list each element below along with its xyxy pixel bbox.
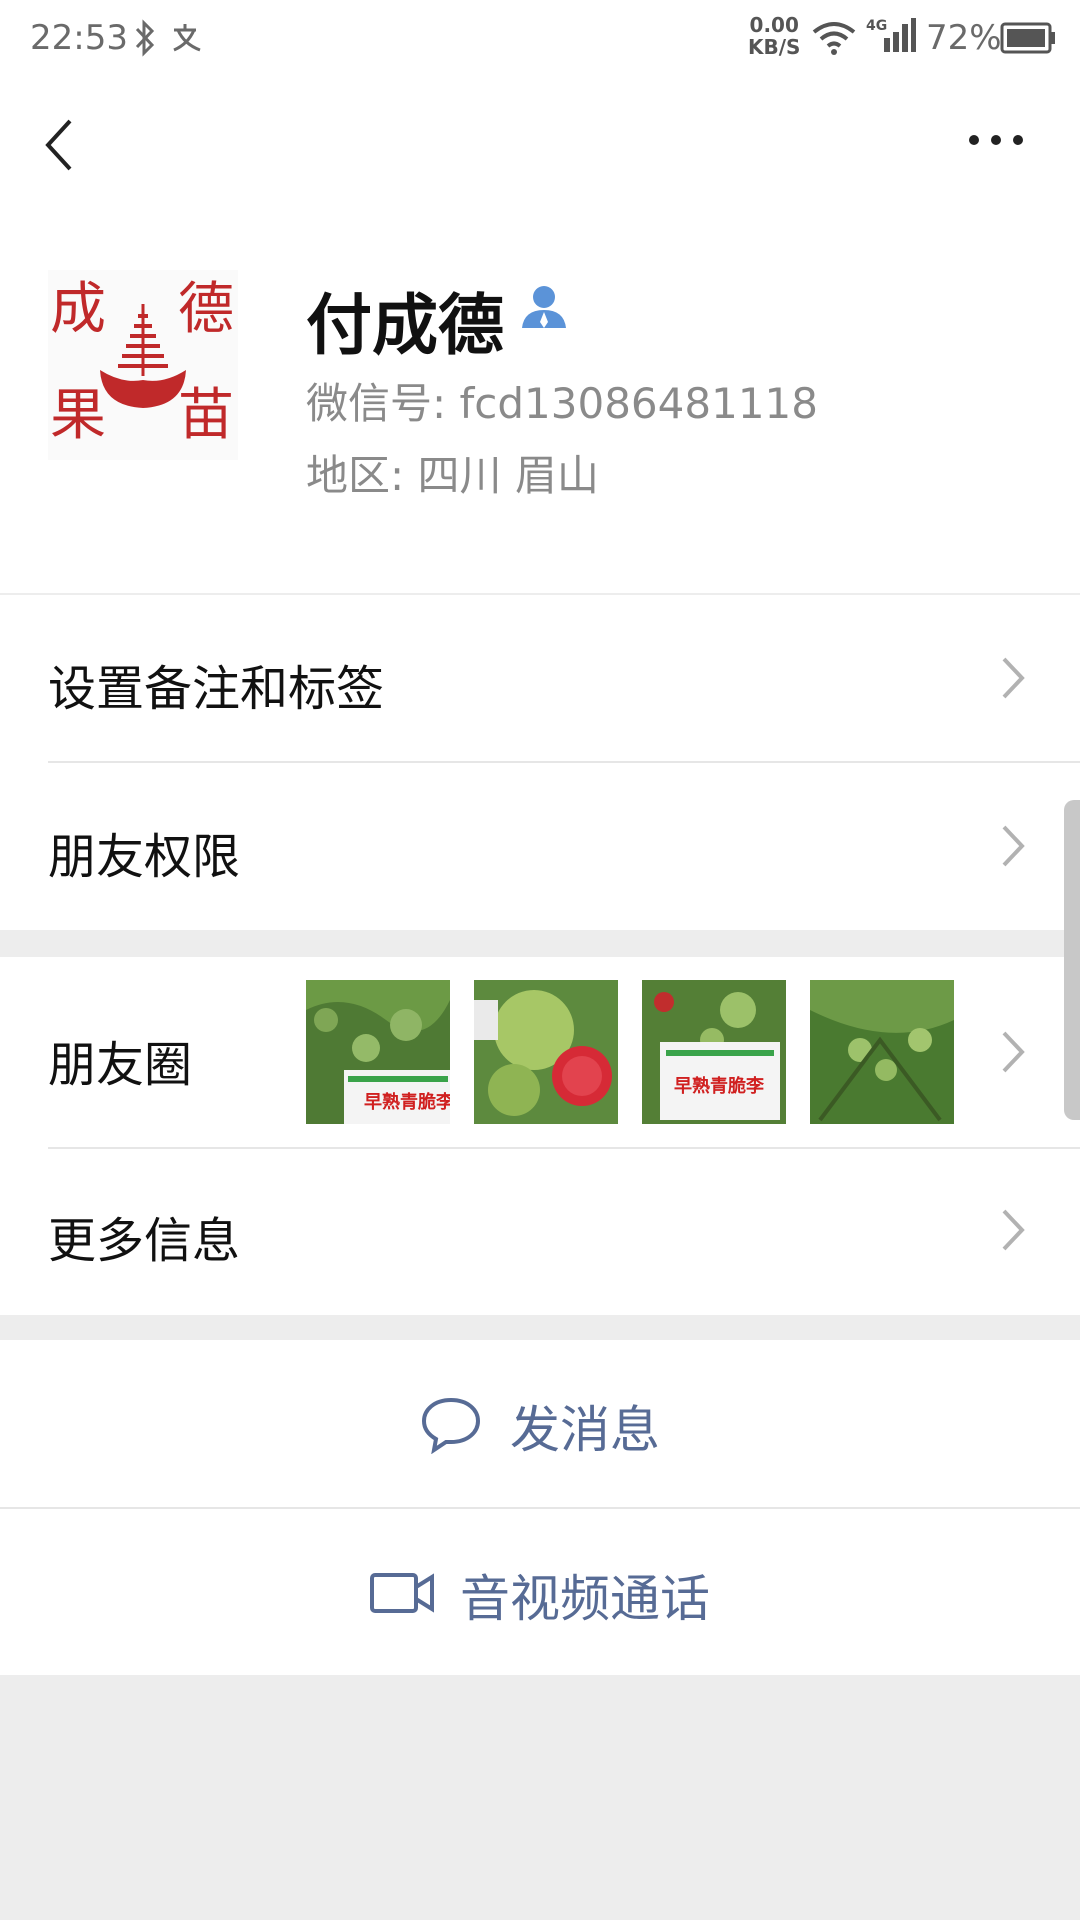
row-label: 朋友圈	[48, 1037, 193, 1093]
wechat-id: 微信号: fcd13086481118	[306, 379, 818, 428]
moments-thumbnail: 早熟青脆李	[642, 980, 786, 1124]
net-speed-unit: KB/S	[748, 35, 801, 59]
action-label: 发消息	[510, 1401, 660, 1459]
chevron-left-icon[interactable]	[40, 115, 80, 179]
logo-emblem	[100, 304, 186, 408]
avatar[interactable]: 成 德 果 苗	[48, 270, 238, 460]
row-moments[interactable]: 朋友圈 早熟青脆李 早熟青脆李	[0, 957, 1080, 1147]
status-bar: 22:53 0.00 KB/S 4G 72%	[0, 0, 1080, 80]
region: 地区: 四川 眉山	[306, 451, 599, 500]
contact-name: 付成德	[306, 287, 504, 364]
chevron-right-icon	[998, 655, 1028, 705]
net-speed-value: 0.00	[749, 13, 799, 37]
row-label: 更多信息	[48, 1213, 241, 1269]
chevron-right-icon	[998, 1207, 1028, 1257]
chevron-right-icon	[998, 1029, 1028, 1079]
video-call-button[interactable]: 音视频通话	[0, 1509, 1080, 1675]
signal-icon: 4G	[866, 16, 916, 60]
thumbnail-sign-text: 早熟青脆李	[674, 1075, 765, 1097]
network-type: 4G	[866, 18, 887, 34]
status-time: 22:53	[30, 18, 128, 58]
more-dots-icon[interactable]	[966, 132, 1026, 152]
translate-icon	[170, 18, 210, 62]
row-more-info[interactable]: 更多信息	[0, 1149, 1080, 1315]
actions-group: 发消息 音视频通话	[0, 1340, 1080, 1675]
nav-bar	[0, 80, 1080, 210]
wifi-icon	[812, 20, 856, 60]
row-permissions[interactable]: 朋友权限	[0, 763, 1080, 930]
send-message-button[interactable]: 发消息	[0, 1340, 1080, 1506]
profile-header: 成 德 果 苗 付成德 微信号: fcd13086481118 地区: 四川 眉…	[0, 210, 1080, 593]
video-camera-icon	[370, 1571, 434, 1619]
row-label: 朋友权限	[48, 829, 241, 885]
battery-percent: 72%	[926, 18, 1002, 58]
chevron-right-icon	[998, 823, 1028, 873]
chat-bubble-icon	[420, 1396, 482, 1458]
net-speed: 0.00 KB/S	[748, 14, 800, 58]
battery-icon	[1000, 22, 1056, 58]
thumbnail-sign-text: 早熟青脆李	[364, 1091, 450, 1113]
moments-thumbnail	[810, 980, 954, 1124]
info-group: 朋友圈 早熟青脆李 早熟青脆李 更多信息	[0, 957, 1080, 1315]
scrollbar[interactable]	[1064, 800, 1080, 1120]
moments-thumbnail: 早熟青脆李	[306, 980, 450, 1124]
row-remark-tags[interactable]: 设置备注和标签	[0, 595, 1080, 763]
person-icon	[520, 282, 568, 334]
moments-thumbnail	[474, 980, 618, 1124]
row-label: 设置备注和标签	[48, 661, 385, 717]
settings-group: 设置备注和标签 朋友权限	[0, 595, 1080, 930]
action-label: 音视频通话	[460, 1570, 710, 1628]
bluetooth-icon	[132, 18, 158, 62]
